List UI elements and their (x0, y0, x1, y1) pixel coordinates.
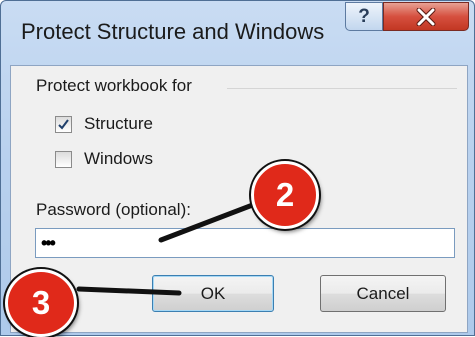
protect-group-label: Protect workbook for (36, 76, 192, 95)
group-divider (227, 88, 457, 89)
title-bar[interactable]: Protect Structure and Windows ? (1, 1, 474, 65)
windows-option[interactable]: Windows (55, 148, 153, 170)
dialog-body: Protect workbook for Structure Windows P… (10, 65, 468, 333)
checkmark-icon (58, 118, 69, 130)
dialog-title: Protect Structure and Windows (21, 19, 325, 44)
windows-checkbox[interactable] (55, 150, 72, 168)
password-label: Password (optional): (36, 200, 191, 219)
structure-checkbox[interactable] (55, 115, 72, 133)
close-icon (416, 7, 436, 26)
help-button[interactable]: ? (345, 2, 383, 31)
close-button[interactable] (383, 2, 469, 31)
structure-label: Structure (84, 114, 153, 133)
callout-step-3: 3 (5, 269, 77, 337)
cancel-button[interactable]: Cancel (320, 275, 446, 312)
windows-label: Windows (84, 149, 153, 168)
structure-option[interactable]: Structure (55, 113, 153, 135)
help-icon: ? (358, 5, 370, 27)
dialog-window: Protect Structure and Windows ? Protect … (0, 0, 475, 337)
ok-button[interactable]: OK (152, 275, 274, 312)
callout-step-2: 2 (251, 161, 319, 229)
password-input[interactable]: ••• (35, 228, 455, 258)
